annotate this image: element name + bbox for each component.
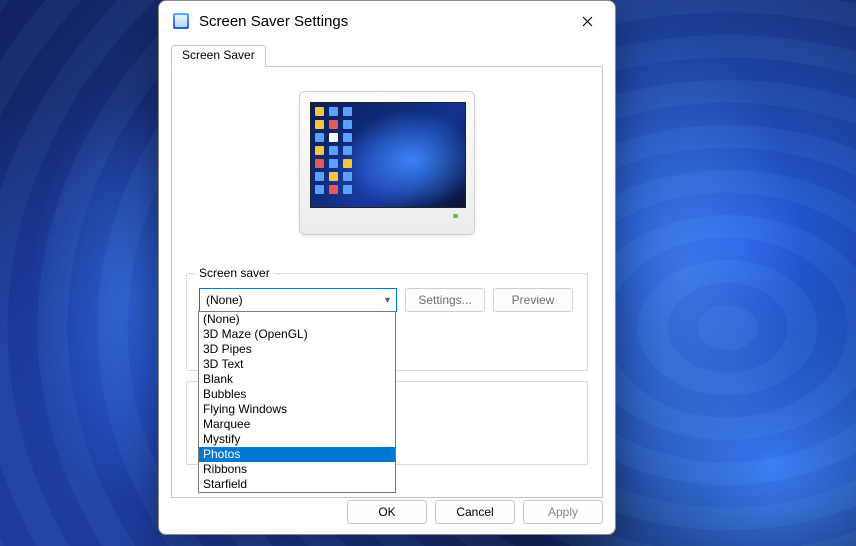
chevron-down-icon: ▾ <box>385 295 390 306</box>
apply-button[interactable]: Apply <box>523 500 603 524</box>
dropdown-option[interactable]: (None) <box>199 312 395 327</box>
dropdown-option[interactable]: 3D Pipes <box>199 342 395 357</box>
screensaver-dropdown-list[interactable]: (None)3D Maze (OpenGL)3D Pipes3D TextBla… <box>198 311 396 493</box>
screen-saver-settings-dialog: Screen Saver Settings Screen Saver <box>158 0 616 535</box>
dropdown-option[interactable]: Starfield <box>199 477 395 492</box>
screensaver-icon <box>173 13 189 29</box>
dropdown-option[interactable]: Bubbles <box>199 387 395 402</box>
window-title: Screen Saver Settings <box>199 13 348 30</box>
dropdown-option[interactable]: Ribbons <box>199 462 395 477</box>
monitor-screen <box>310 102 466 208</box>
ok-button[interactable]: OK <box>347 500 427 524</box>
monitor-base <box>310 212 464 220</box>
dropdown-option[interactable]: Marquee <box>199 417 395 432</box>
desktop-icons-preview <box>315 107 353 194</box>
group-label-screensaver: Screen saver <box>195 266 274 280</box>
titlebar: Screen Saver Settings <box>159 1 615 41</box>
dropdown-option[interactable]: 3D Maze (OpenGL) <box>199 327 395 342</box>
dropdown-option[interactable]: Flying Windows <box>199 402 395 417</box>
tabstrip: Screen Saver <box>171 45 603 67</box>
cancel-button[interactable]: Cancel <box>435 500 515 524</box>
preview-button[interactable]: Preview <box>493 288 573 312</box>
monitor-frame <box>299 91 475 235</box>
dropdown-option[interactable]: Blank <box>199 372 395 387</box>
settings-button[interactable]: Settings... <box>405 288 485 312</box>
close-icon <box>582 16 593 27</box>
dialog-buttons: OK Cancel Apply <box>347 500 603 524</box>
dropdown-option[interactable]: Mystify <box>199 432 395 447</box>
monitor-preview <box>299 91 475 235</box>
tab-screen-saver[interactable]: Screen Saver <box>171 45 266 67</box>
screensaver-select-value: (None) <box>206 293 243 307</box>
dropdown-option[interactable]: 3D Text <box>199 357 395 372</box>
close-button[interactable] <box>573 7 601 35</box>
tab-panel: Screen saver (None) ▾ Settings... Previe… <box>171 66 603 498</box>
dialog-body: Screen Saver <box>159 41 615 534</box>
dropdown-option[interactable]: Photos <box>199 447 395 462</box>
screensaver-select[interactable]: (None) ▾ <box>199 288 397 312</box>
